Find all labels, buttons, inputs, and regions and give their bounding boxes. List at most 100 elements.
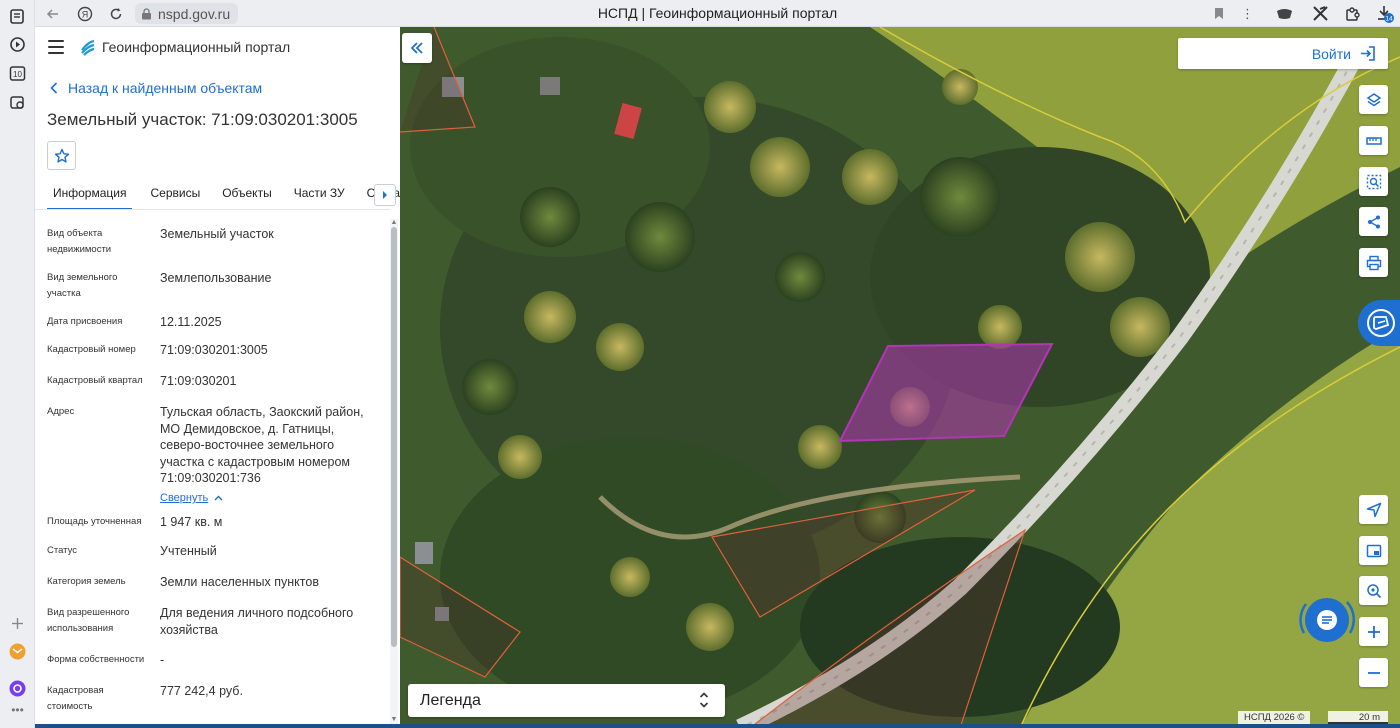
- area-select-button[interactable]: [1359, 167, 1388, 196]
- app-title: Геоинформационный портал: [102, 39, 291, 55]
- zoom-out-button[interactable]: [1359, 658, 1388, 687]
- mail-icon[interactable]: [9, 643, 26, 660]
- minimap-button[interactable]: [1359, 536, 1388, 565]
- property-key: Площадь уточненная: [47, 516, 142, 527]
- print-icon: [1366, 255, 1381, 270]
- star-icon: [54, 148, 69, 163]
- zoom-out-icon: [1367, 671, 1380, 674]
- property-value: Земли населенных пунктов: [160, 575, 319, 589]
- property-key: Дата присвоения: [47, 316, 123, 327]
- chevron-up-icon: [214, 495, 223, 501]
- chat-icon: [1317, 610, 1337, 630]
- property-key: Кадастровый номер: [47, 344, 136, 355]
- feedback-button[interactable]: [1358, 300, 1400, 346]
- print-button[interactable]: [1359, 248, 1388, 277]
- favorite-button[interactable]: [47, 141, 76, 170]
- login-button[interactable]: Войти: [1178, 38, 1388, 69]
- collapse-address-link[interactable]: Свернуть: [160, 492, 223, 504]
- menu-icon[interactable]: ⋮: [1238, 4, 1257, 23]
- gallery-icon[interactable]: [9, 94, 26, 111]
- property-key: Адрес: [47, 406, 75, 417]
- reload-icon[interactable]: [106, 4, 125, 23]
- property-key: Кадастровая стоимость: [47, 685, 104, 712]
- feedback-icon: [1367, 309, 1395, 337]
- downloads-icon[interactable]: 14: [1375, 4, 1394, 23]
- double-chevron-left-icon: [410, 42, 423, 54]
- layers-button[interactable]: [1359, 85, 1388, 114]
- zoom-in-button[interactable]: [1359, 617, 1388, 646]
- extension-icon[interactable]: [1275, 4, 1294, 23]
- play-icon[interactable]: [9, 36, 26, 53]
- property-key: Статус: [47, 545, 78, 556]
- property-value: 12.11.2025: [160, 315, 222, 329]
- menu-burger-icon[interactable]: [48, 40, 64, 54]
- map-view[interactable]: Войти Легенда НСПД 2026 © 20 m: [400, 27, 1400, 728]
- legend-toggle[interactable]: Легенда: [408, 684, 725, 717]
- taskbar-strip: [35, 724, 1400, 728]
- search-location-button[interactable]: [1359, 576, 1388, 605]
- info-tabs: Информация Сервисы Объекты Части ЗУ Сост…: [47, 182, 400, 210]
- satellite-imagery: [400, 27, 1400, 728]
- collapse-label: Свернуть: [160, 492, 209, 504]
- chevron-up-down-icon: [699, 692, 709, 708]
- property-key: Вид объекта недвижимости: [47, 228, 112, 255]
- property-key: Кадастровый квартал: [47, 375, 143, 386]
- panel-scrollbar[interactable]: ▲ ▼: [390, 219, 398, 724]
- property-value: 71:09:030201:3005: [160, 343, 268, 357]
- scrollbar-thumb[interactable]: [391, 227, 397, 647]
- scroll-down-icon[interactable]: ▼: [390, 716, 398, 724]
- object-info-panel: Геоинформационный портал Назад к найденн…: [35, 27, 400, 728]
- back-to-results-link[interactable]: Назад к найденным объектам: [50, 80, 262, 96]
- lock-icon: [142, 7, 151, 19]
- property-value: Для ведения личного подсобного хозяйства: [160, 606, 354, 637]
- url-text: nspd.gov.ru: [158, 5, 231, 22]
- copyright-label: НСПД 2026 ©: [1238, 711, 1311, 724]
- back-link-label: Назад к найденным объектам: [68, 80, 263, 96]
- assistant-icon[interactable]: [9, 680, 26, 697]
- share-button[interactable]: [1359, 207, 1388, 236]
- property-value: Учтенный: [160, 544, 217, 558]
- layers-icon: [1366, 92, 1381, 106]
- tabs-divider: [35, 209, 390, 210]
- svg-text:Я: Я: [81, 9, 88, 19]
- bookmark-icon[interactable]: [1209, 4, 1228, 23]
- property-value: Тульская область, Заокский район, МО Дем…: [160, 405, 364, 485]
- tabs-next-button[interactable]: [374, 184, 396, 206]
- counter-icon[interactable]: 10: [9, 65, 26, 82]
- login-icon: [1361, 46, 1375, 61]
- tab-information[interactable]: Информация: [47, 182, 133, 210]
- portal-logo-icon: [79, 38, 97, 56]
- search-location-icon: [1366, 583, 1381, 598]
- more-icon[interactable]: •••: [9, 701, 26, 718]
- locate-button[interactable]: [1359, 495, 1388, 524]
- property-value: 71:09:030201: [160, 374, 237, 388]
- bookmarks-icon[interactable]: [9, 8, 26, 25]
- back-icon[interactable]: [43, 4, 62, 23]
- legend-label: Легенда: [420, 691, 481, 709]
- scroll-up-icon[interactable]: ▲: [390, 219, 398, 227]
- downloads-badge: 14: [1385, 16, 1393, 23]
- property-value: 777 242,4 руб.: [160, 684, 243, 698]
- page-title: Земельный участок: 71:09:030201:3005: [47, 110, 358, 129]
- puzzle-icon[interactable]: [1343, 4, 1362, 23]
- tools-icon[interactable]: [1311, 4, 1330, 23]
- add-icon[interactable]: [9, 615, 26, 632]
- property-key: Категория земель: [47, 576, 126, 587]
- chat-button[interactable]: [1305, 598, 1349, 642]
- collapse-panel-button[interactable]: [402, 33, 432, 63]
- tab-objects[interactable]: Объекты: [222, 182, 272, 210]
- chat-widget[interactable]: [1296, 589, 1358, 651]
- measure-button[interactable]: [1359, 126, 1388, 155]
- tab-parts[interactable]: Части ЗУ: [294, 182, 345, 210]
- panel-header: Геоинформационный портал: [35, 27, 400, 67]
- caret-right-icon: [383, 191, 387, 199]
- svg-text:10: 10: [13, 70, 22, 79]
- yandex-icon[interactable]: Я: [75, 4, 94, 23]
- tab-services[interactable]: Сервисы: [150, 182, 200, 210]
- property-key: Вид разрешенного использования: [47, 607, 130, 634]
- property-value: -: [160, 653, 165, 667]
- address-bar[interactable]: nspd.gov.ru: [135, 3, 239, 24]
- property-key: Форма собственности: [47, 654, 145, 665]
- zoom-in-icon: [1367, 625, 1380, 638]
- chevron-left-icon: [50, 82, 58, 94]
